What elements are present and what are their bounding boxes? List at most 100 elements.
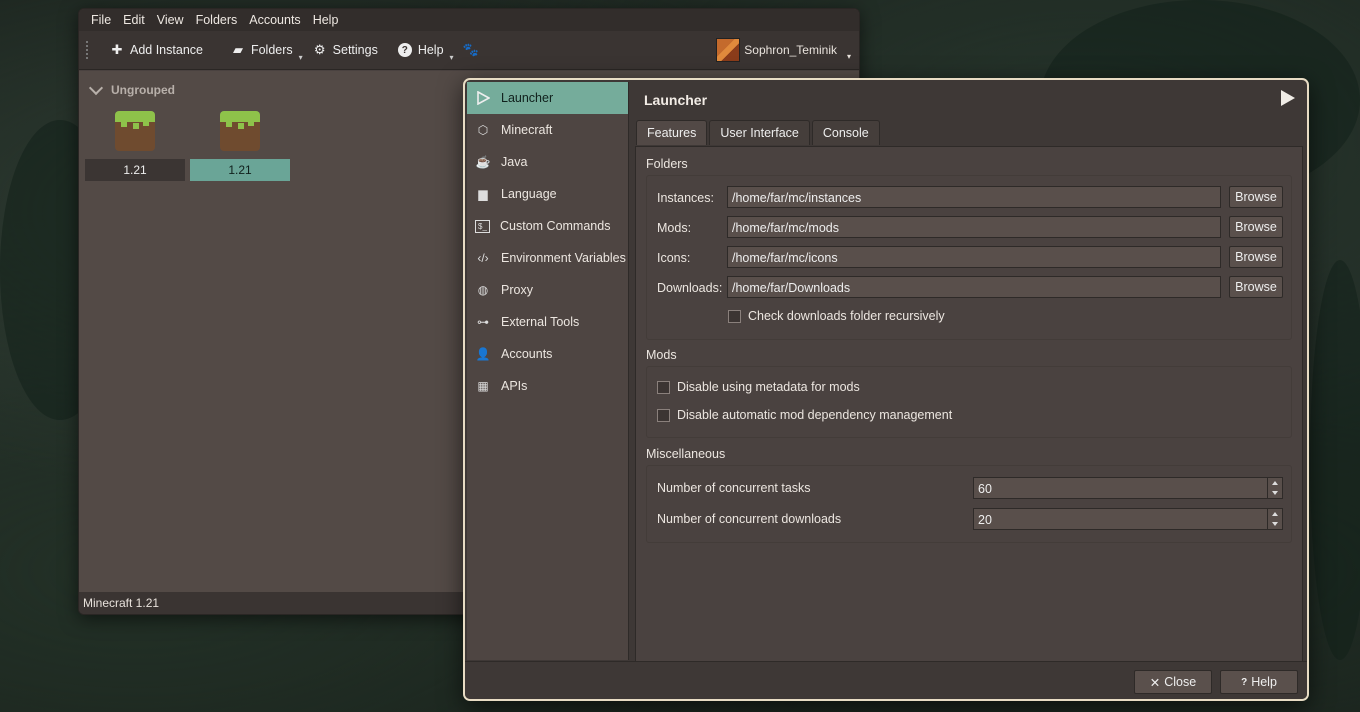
instances-browse-button[interactable]: Browse: [1229, 186, 1283, 208]
grass-block-icon: [115, 111, 155, 151]
misc-section-title: Miscellaneous: [646, 447, 726, 461]
code-icon: ‹/›: [477, 251, 489, 265]
sidebar-item-label: Environment Variables: [501, 251, 626, 265]
sidebar-item-external-tools[interactable]: ⊶ External Tools: [467, 306, 628, 338]
account-name: Sophron_Teminik: [744, 43, 837, 57]
menu-folders[interactable]: Folders: [190, 13, 244, 27]
mods-group: [646, 366, 1292, 438]
dropdown-arrow-icon: ▾: [846, 51, 851, 61]
downloads-label: Downloads:: [657, 281, 723, 295]
paw-icon: 🐾: [462, 42, 479, 57]
spin-down-icon[interactable]: [1272, 491, 1278, 495]
metadata-checkbox-row[interactable]: Disable using metadata for mods: [657, 380, 860, 394]
sidebar-item-proxy[interactable]: ◍ Proxy: [467, 274, 628, 306]
menu-view[interactable]: View: [151, 13, 190, 27]
paw-button[interactable]: 🐾: [454, 35, 488, 65]
sidebar-item-accounts[interactable]: 👤 Accounts: [467, 338, 628, 370]
folder-icon: ▰: [232, 42, 243, 57]
menu-file[interactable]: File: [85, 13, 117, 27]
icons-path-input[interactable]: /home/far/mc/icons: [727, 246, 1221, 268]
coffee-icon: ☕: [475, 155, 491, 169]
concurrent-tasks-spinbox[interactable]: 60: [973, 477, 1283, 499]
concurrent-downloads-spinbox[interactable]: 20: [973, 508, 1283, 530]
menu-edit[interactable]: Edit: [117, 13, 151, 27]
sidebar-item-apis[interactable]: ▦ APIs: [467, 370, 628, 402]
sidebar-item-label: Proxy: [501, 283, 533, 297]
downloads-path-input[interactable]: /home/far/Downloads: [727, 276, 1221, 298]
tab-console[interactable]: Console: [811, 120, 880, 145]
cube-icon: ⬡: [477, 123, 489, 137]
instances-path-input[interactable]: /home/far/mc/instances: [727, 186, 1221, 208]
group-name: Ungrouped: [111, 83, 175, 97]
icons-browse-button[interactable]: Browse: [1229, 246, 1283, 268]
main-toolbar: ✚ Add Instance ▰ Folders ▾ ⚙ Settings ? …: [79, 31, 859, 70]
mods-path-input[interactable]: /home/far/mc/mods: [727, 216, 1221, 238]
folders-label: Folders: [250, 43, 293, 57]
sidebar-item-label: Launcher: [501, 91, 554, 105]
instance-item-selected[interactable]: 1.21: [190, 111, 290, 181]
icons-label: Icons:: [657, 251, 691, 265]
menu-bar: File Edit View Folders Accounts Help: [79, 9, 859, 31]
spin-arrows[interactable]: [1267, 478, 1282, 498]
recursive-checkbox[interactable]: [728, 309, 741, 323]
mods-browse-button[interactable]: Browse: [1229, 216, 1283, 238]
globe-icon: ◍: [477, 283, 489, 297]
sidebar-item-environment-variables[interactable]: ‹/› Environment Variables: [467, 242, 628, 274]
speech-bubble-icon: ▆: [478, 187, 488, 201]
sidebar-item-language[interactable]: ▆ Language: [467, 178, 628, 210]
spin-up-icon[interactable]: [1272, 512, 1278, 516]
concurrent-tasks-value: 60: [978, 482, 992, 496]
recursive-checkbox-row[interactable]: Check downloads folder recursively: [728, 309, 945, 323]
close-button[interactable]: ✕ Close: [1134, 670, 1212, 694]
sidebar-item-custom-commands[interactable]: $_ Custom Commands: [467, 210, 628, 242]
dependency-checkbox-row[interactable]: Disable automatic mod dependency managem…: [657, 408, 952, 422]
add-instance-label: Add Instance: [130, 43, 203, 57]
sidebar-item-label: APIs: [501, 379, 528, 393]
tab-features[interactable]: Features: [636, 120, 708, 145]
dependency-checkbox[interactable]: [657, 408, 670, 422]
mods-label: Mods:: [657, 221, 692, 235]
dialog-help-button[interactable]: ? Help: [1220, 670, 1298, 694]
metadata-checkbox[interactable]: [657, 380, 670, 394]
dependency-label: Disable automatic mod dependency managem…: [677, 408, 953, 422]
sidebar-item-label: Accounts: [501, 347, 553, 361]
settings-button[interactable]: ⚙ Settings: [303, 35, 388, 65]
close-label: Close: [1164, 675, 1197, 689]
folders-button[interactable]: ▰ Folders ▾: [221, 35, 303, 65]
settings-dialog: Launcher ⬡ Minecraft ☕ Java ▆ Language $…: [463, 78, 1309, 701]
instance-item[interactable]: 1.21: [85, 111, 185, 181]
terminal-icon: $_: [475, 219, 490, 233]
spin-arrows[interactable]: [1267, 509, 1282, 529]
question-icon: ?: [397, 43, 412, 57]
tab-user-interface[interactable]: User Interface: [709, 120, 810, 145]
instance-label: 1.21: [85, 159, 185, 181]
account-button[interactable]: Sophron_Teminik ▾: [716, 35, 851, 65]
recursive-label: Check downloads folder recursively: [748, 309, 945, 323]
instance-label: 1.21: [190, 159, 290, 181]
group-header[interactable]: Ungrouped: [88, 80, 175, 97]
sidebar-item-label: Java: [501, 155, 528, 169]
sidebar-item-label: Custom Commands: [500, 219, 611, 233]
add-instance-button[interactable]: ✚ Add Instance: [100, 35, 213, 65]
plus-icon: ✚: [111, 42, 123, 57]
help-label: Help: [1251, 675, 1277, 689]
sidebar-item-java[interactable]: ☕ Java: [467, 146, 628, 178]
dialog-footer: ✕ Close ? Help: [465, 661, 1307, 699]
apps-icon: ▦: [477, 379, 489, 393]
help-button[interactable]: ? Help ▾: [388, 35, 454, 65]
menu-help[interactable]: Help: [307, 13, 345, 27]
menu-accounts[interactable]: Accounts: [243, 13, 306, 27]
features-panel: Folders Instances: /home/far/mc/instance…: [635, 146, 1303, 662]
page-title: Launcher: [644, 92, 708, 108]
chevron-down-icon: [88, 80, 104, 96]
concurrent-tasks-label: Number of concurrent tasks: [657, 481, 811, 495]
avatar: [716, 38, 741, 62]
toolbar-grip[interactable]: [86, 41, 92, 59]
spin-up-icon[interactable]: [1272, 481, 1278, 485]
sidebar-item-minecraft[interactable]: ⬡ Minecraft: [467, 114, 628, 146]
mods-section-title: Mods: [646, 348, 677, 362]
sidebar-item-launcher[interactable]: Launcher: [467, 82, 628, 114]
downloads-browse-button[interactable]: Browse: [1229, 276, 1283, 298]
spin-down-icon[interactable]: [1272, 522, 1278, 526]
sidebar-item-label: Minecraft: [501, 123, 553, 137]
